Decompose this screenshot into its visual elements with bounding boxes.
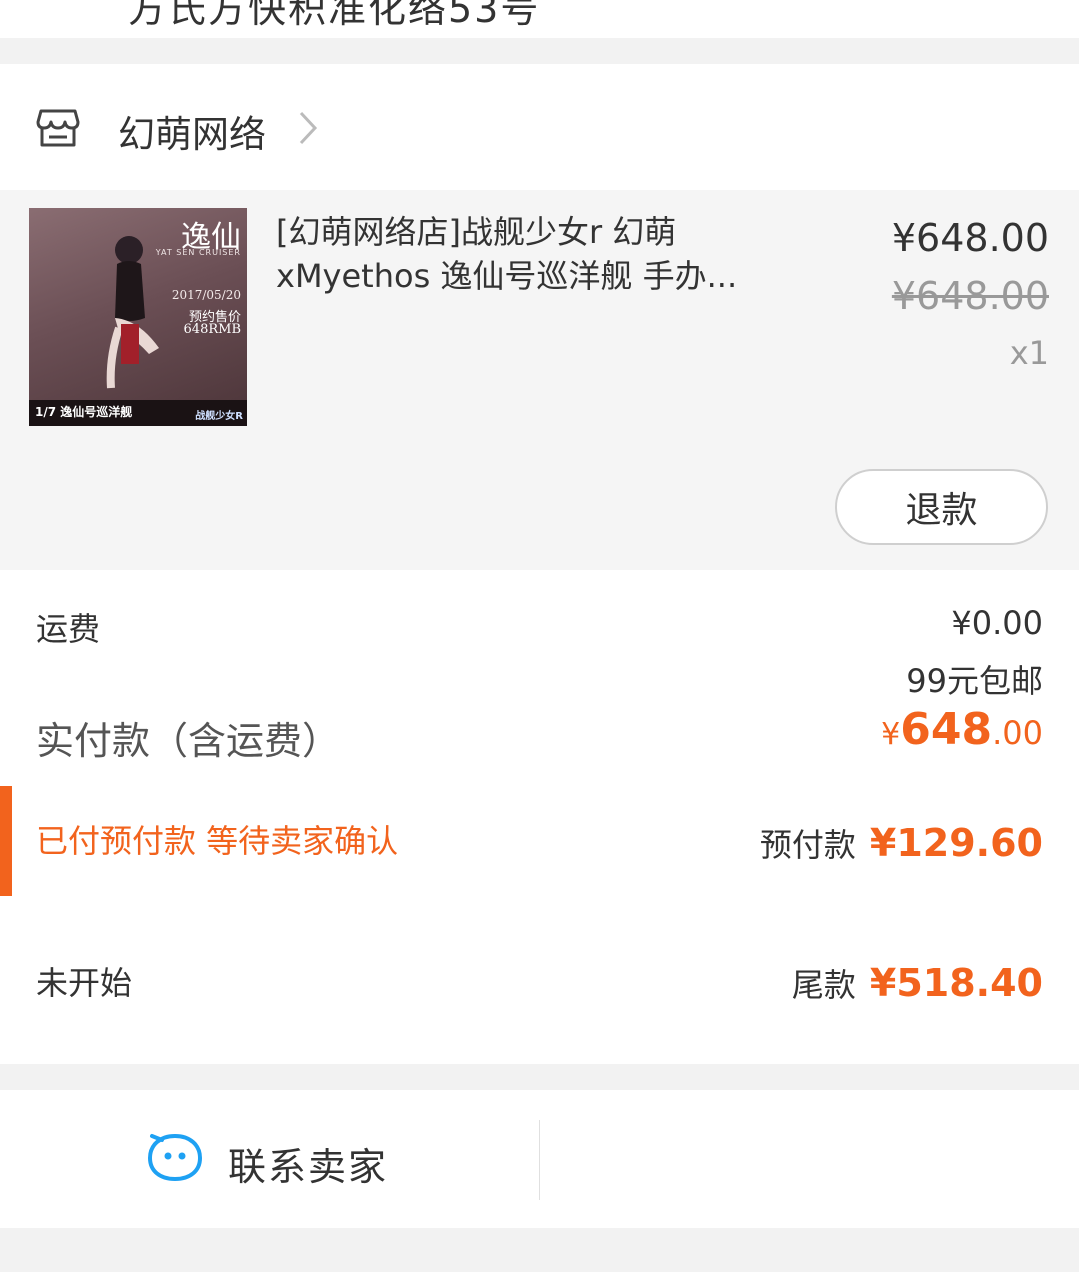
product-card[interactable]: 逸仙 YAT SEN CRUISER 2017/05/20 预约售价 648RM… — [0, 190, 1079, 570]
contact-seller-label: 联系卖家 — [228, 1145, 389, 1189]
product-original-price: ¥648.00 — [891, 274, 1049, 318]
product-price: ¥648.00 — [891, 216, 1049, 260]
thumbnail-logo: 战舰少女R — [195, 411, 243, 422]
shop-name[interactable]: 幻萌网络 — [118, 104, 266, 158]
paid-label: 实付款（含运费） — [36, 719, 341, 763]
shipping-label: 运费 — [36, 610, 101, 648]
refund-button[interactable]: 退款 — [835, 469, 1048, 545]
address-partial-text: 方氏方快积准化络53号 — [128, 0, 541, 31]
shop-header[interactable]: 幻萌网络 — [0, 64, 1079, 190]
thumbnail-price: 648RMB — [183, 322, 241, 337]
product-title-line2: xMyethos 逸仙号巡洋舰 手办... — [276, 257, 738, 295]
thumbnail-caption: 1/7 逸仙号巡洋舰 — [35, 405, 133, 419]
balance-label: 尾款 — [791, 966, 856, 1004]
deposit-value: ¥129.60 — [869, 821, 1043, 865]
balance-row: 尾款 ¥518.40 — [792, 960, 1043, 1006]
shipping-value: ¥0.00 — [951, 604, 1043, 642]
thumbnail-subtitle: YAT SEN CRUISER — [155, 248, 241, 257]
chevron-right-icon[interactable] — [298, 110, 318, 146]
contact-divider — [539, 1120, 540, 1200]
status-accent-bar — [0, 786, 12, 896]
address-strip: 方氏方快积准化络53号 — [0, 0, 1079, 38]
paid-int: 648 — [900, 704, 993, 755]
deposit-label: 预付款 — [759, 826, 856, 864]
balance-value: ¥518.40 — [869, 961, 1043, 1005]
paid-currency: ¥ — [881, 717, 901, 752]
product-thumbnail[interactable]: 逸仙 YAT SEN CRUISER 2017/05/20 预约售价 648RM… — [29, 208, 247, 426]
thumbnail-date: 2017/05/20 — [171, 288, 241, 302]
balance-status: 未开始 — [36, 964, 133, 1002]
product-quantity: x1 — [1009, 334, 1049, 372]
paid-dec: .00 — [992, 714, 1043, 752]
chat-icon — [147, 1133, 203, 1182]
contact-seller-button[interactable]: 联系卖家 — [0, 1090, 539, 1228]
paid-amount: ¥648.00 — [881, 704, 1043, 755]
deposit-row: 预付款 ¥129.60 — [760, 820, 1043, 866]
order-summary: 运费 ¥0.00 99元包邮 实付款（含运费） ¥648.00 已付预付款 等待… — [0, 570, 1079, 1064]
shipping-note: 99元包邮 — [906, 662, 1043, 700]
store-icon — [36, 109, 80, 147]
product-title-line1: [幻萌网络店]战舰少女r 幻萌 — [276, 213, 677, 251]
product-title[interactable]: [幻萌网络店]战舰少女r 幻萌 xMyethos 逸仙号巡洋舰 手办... — [276, 210, 836, 298]
contact-bar: 联系卖家 — [0, 1090, 1079, 1228]
payment-status: 已付预付款 等待卖家确认 — [36, 822, 399, 860]
